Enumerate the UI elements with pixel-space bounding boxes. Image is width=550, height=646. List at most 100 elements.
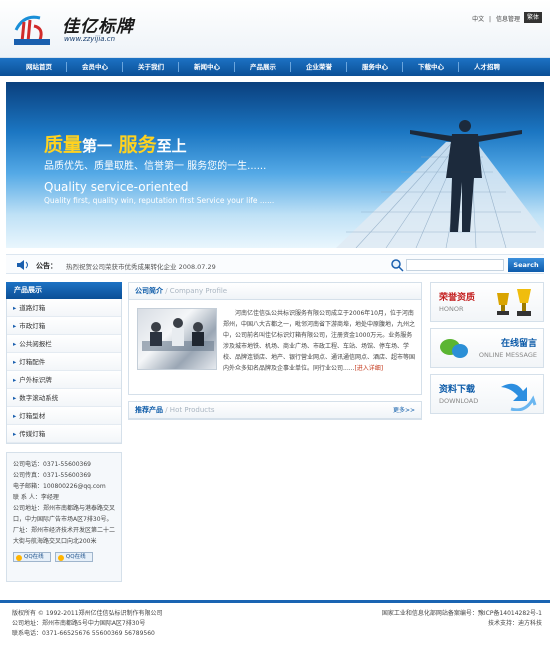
- main-content: 公司简介 / Company Profile 河南亿佳信弘公共标识服务有限公司成…: [128, 282, 422, 420]
- arrow-icon: ▸: [13, 394, 17, 402]
- qq-row: QQ在线 QQ在线: [13, 551, 115, 562]
- chat-bubble-icon: [440, 339, 468, 358]
- search-button[interactable]: Search: [508, 258, 544, 272]
- nav-download[interactable]: 下载中心: [406, 58, 456, 76]
- company-intro-text: 河南亿佳信弘公共标识服务有限公司成立于2006年10月，位于河南郑州，中国八大古…: [223, 310, 416, 372]
- nav-separator: [402, 62, 403, 72]
- company-intro-box: 公司简介 / Company Profile 河南亿佳信弘公共标识服务有限公司成…: [128, 282, 422, 395]
- nav-news[interactable]: 新闻中心: [182, 58, 232, 76]
- arrow-icon: ▸: [13, 358, 17, 366]
- banner-slogan: 品质优先、质量取胜、信誉第一 服务您的一生......: [44, 161, 267, 172]
- product-category-item[interactable]: ▸ 户外标识牌: [7, 371, 121, 389]
- footer-address: 公司地址：郑州市南都路5号中力国际A区7排30号: [12, 620, 146, 627]
- qq-online-button[interactable]: QQ在线: [13, 552, 51, 562]
- main-nav: 网站首页 会员中心 关于我们 新闻中心 产品展示 企业荣誉 服务中心 下载中心 …: [0, 58, 550, 76]
- logo-url: www.zzyijia.cn: [64, 35, 116, 43]
- nav-separator: [234, 62, 235, 72]
- hot-products-box: 推荐产品 / Hot Products 更多>>: [128, 401, 422, 420]
- arrow-icon: ▸: [13, 322, 17, 330]
- icp-record-link[interactable]: 国家工业和信息化部网站备案编号：豫ICP备14014282号-1: [382, 609, 542, 619]
- section-subtitle: / Hot Products: [163, 406, 215, 414]
- banner-en-title: Quality service-oriented: [44, 180, 189, 194]
- product-category-list: ▸ 道路灯箱 ▸ 市政灯箱 ▸ 公共阅报栏 ▸ 灯箱配件 ▸ 户外标识牌 ▸ 数字滚动系统 …: [6, 299, 122, 444]
- contact-fax: 公司传真：0371-55600369: [13, 472, 91, 479]
- honor-title: 荣誉资质: [439, 293, 476, 303]
- hot-products-header: 推荐产品 / Hot Products 更多>>: [129, 402, 421, 419]
- meeting-people-icon: [142, 318, 214, 351]
- arrow-icon: ▸: [13, 340, 17, 348]
- copyright-text: 版权所有 © 1992-2011郑州亿佳信弘标识制作有限公司: [12, 610, 163, 617]
- contact-person: 联 系 人：李经理: [13, 494, 59, 501]
- download-title: 资料下载: [439, 385, 476, 395]
- nav-jobs[interactable]: 人才招聘: [462, 58, 512, 76]
- admin-link[interactable]: 信息管理: [496, 16, 520, 23]
- message-title: 在线留言: [500, 339, 537, 349]
- banner-title: 质量第一 服务至上: [44, 134, 187, 156]
- logo-title: 佳亿标牌: [62, 17, 134, 37]
- contact-email: 电子邮箱：100800226@qq.com: [13, 483, 106, 490]
- arrow-icon: ▸: [13, 304, 17, 312]
- nav-separator: [122, 62, 123, 72]
- section-title: 公司简介: [135, 287, 163, 295]
- nav-member-center[interactable]: 会员中心: [70, 58, 120, 76]
- nav-service[interactable]: 服务中心: [350, 58, 400, 76]
- product-category-item[interactable]: ▸ 传媒灯箱: [7, 425, 121, 443]
- message-subtitle: ONLINE MESSAGE: [478, 351, 537, 359]
- honor-panel[interactable]: 荣誉资质 HONOR: [430, 282, 544, 322]
- product-category-item[interactable]: ▸ 市政灯箱: [7, 317, 121, 335]
- hot-more-link[interactable]: 更多>>: [393, 402, 415, 419]
- product-category-item[interactable]: ▸ 灯箱型材: [7, 407, 121, 425]
- traditional-chinese-button[interactable]: 繁体: [524, 12, 542, 23]
- contact-info: 公司电话：0371-55600369 公司传真：0371-55600369 电子…: [6, 452, 122, 582]
- arrow-icon: ▸: [13, 412, 17, 420]
- product-category-item[interactable]: ▸ 灯箱配件: [7, 353, 121, 371]
- online-message-panel[interactable]: 在线留言 ONLINE MESSAGE: [430, 328, 544, 368]
- qq-online-button[interactable]: QQ在线: [54, 552, 93, 562]
- lang-chinese-link[interactable]: 中文: [472, 16, 484, 23]
- tech-support-text: 技术支持：迪方科技: [487, 620, 542, 627]
- arrow-icon: ▸: [13, 430, 17, 438]
- section-subtitle: / Company Profile: [163, 287, 228, 295]
- contact-phone: 公司电话：0371-55600369: [13, 461, 91, 468]
- footer-right: 国家工业和信息化部网站备案编号：豫ICP备14014282号-1 技术支持：迪方…: [382, 609, 542, 629]
- product-category-item[interactable]: ▸ 道路灯箱: [7, 299, 121, 317]
- nav-separator: [346, 62, 347, 72]
- arrow-icon: ▸: [13, 376, 17, 384]
- notice-label: 公告：: [36, 262, 57, 270]
- top-link-separator: |: [489, 16, 492, 23]
- banner-en-subtitle: Quality first, quality win, reputation f…: [44, 196, 275, 205]
- intro-more-link[interactable]: [进入详细]: [354, 365, 383, 372]
- download-arrow-icon: [501, 383, 537, 411]
- logo-icon[interactable]: [10, 8, 54, 48]
- download-subtitle: DOWNLOAD: [439, 397, 479, 405]
- trophy-icon: [497, 289, 531, 316]
- site-header: 佳亿标牌 www.zzyijia.cn 中文 | 信息管理 繁体: [0, 0, 550, 58]
- nav-home[interactable]: 网站首页: [14, 58, 64, 76]
- notice-text[interactable]: 热烈祝贺公司荣获市优秀成果转化企业 2008.07.29: [66, 261, 216, 271]
- nav-separator: [66, 62, 67, 72]
- product-category-item[interactable]: ▸ 数字滚动系统: [7, 389, 121, 407]
- top-links: 中文 | 信息管理: [469, 14, 520, 23]
- nav-separator: [458, 62, 459, 72]
- left-sidebar: 产品展示 ▸ 道路灯箱 ▸ 市政灯箱 ▸ 公共阅报栏 ▸ 灯箱配件 ▸ 户外标识牌 ▸ 数字…: [6, 282, 122, 582]
- search-input[interactable]: [406, 259, 504, 271]
- nav-products[interactable]: 产品展示: [238, 58, 288, 76]
- contact-factory: 厂址：郑州市经济技术开发区第二十二大街与航海路交叉口向北200米: [13, 527, 116, 545]
- products-sidebar-title: 产品展示: [6, 282, 122, 299]
- footer-left: 版权所有 © 1992-2011郑州亿佳信弘标识制作有限公司 公司地址：郑州市南…: [12, 609, 163, 639]
- nav-separator: [290, 62, 291, 72]
- footer-phone: 联系电话：0371-66525676 55600369 56789560: [12, 630, 155, 637]
- company-intro-header: 公司简介 / Company Profile: [129, 283, 421, 300]
- product-category-item[interactable]: ▸ 公共阅报栏: [7, 335, 121, 353]
- site-footer: 版权所有 © 1992-2011郑州亿佳信弘标识制作有限公司 公司地址：郑州市南…: [0, 600, 550, 646]
- download-panel[interactable]: 资料下载 DOWNLOAD: [430, 374, 544, 414]
- search-icon: [391, 259, 404, 272]
- hero-banner: 质量第一 服务至上 品质优先、质量取胜、信誉第一 服务您的一生...... Qu…: [6, 82, 544, 248]
- right-sidebar: 荣誉资质 HONOR 在线留言 ONLINE MESSAGE 资料下载 DOWN…: [430, 282, 544, 420]
- honor-subtitle: HONOR: [439, 305, 464, 313]
- notice-bar: 公告： 热烈祝贺公司荣获市优秀成果转化企业 2008.07.29 Search: [6, 254, 544, 274]
- nav-about[interactable]: 关于我们: [126, 58, 176, 76]
- nav-honor[interactable]: 企业荣誉: [294, 58, 344, 76]
- section-title: 推荐产品: [135, 406, 163, 414]
- speaker-icon: [17, 260, 28, 270]
